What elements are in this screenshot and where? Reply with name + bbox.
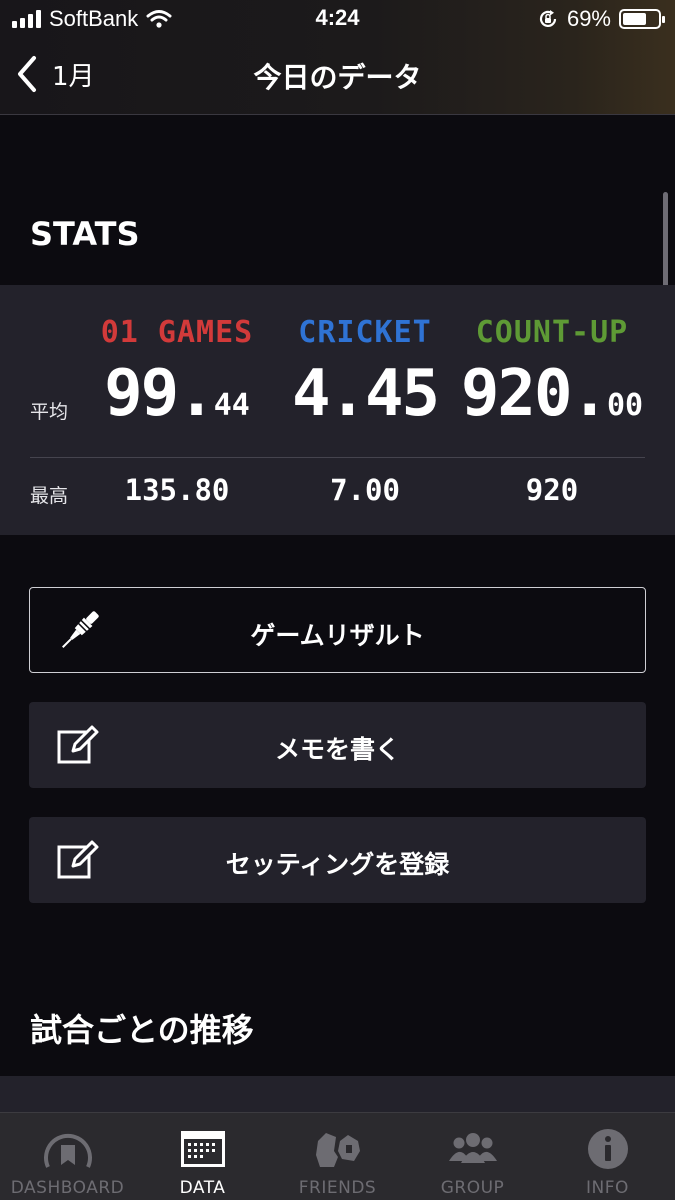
battery-percent: 69% xyxy=(566,6,611,31)
register-setting-label: セッティングを登録 xyxy=(225,850,450,879)
average-value-cricket: 4.45 xyxy=(270,357,460,431)
tab-label: FRIENDS xyxy=(298,1178,377,1198)
orientation-lock-icon xyxy=(539,10,557,28)
average-int: 4.45 xyxy=(291,357,440,431)
average-int: 99. xyxy=(104,357,216,431)
stats-column-header-01-games: 01 GAMES xyxy=(100,315,254,350)
max-row-label: 最高 xyxy=(30,485,69,507)
tab-group[interactable]: GROUP xyxy=(405,1113,540,1200)
tab-label: GROUP xyxy=(440,1178,505,1198)
register-setting-button[interactable]: セッティングを登録 xyxy=(29,817,646,903)
status-right: 69% xyxy=(537,6,665,32)
average-int: 920. xyxy=(460,357,609,431)
average-dec: 00 xyxy=(607,388,644,423)
tab-info[interactable]: INFO xyxy=(540,1113,675,1200)
info-icon xyxy=(587,1129,628,1169)
game-result-label: ゲームリザルト xyxy=(250,621,425,650)
page-title: 今日のデータ xyxy=(253,61,422,94)
tab-label: DATA xyxy=(179,1178,226,1198)
top-bar: SoftBank 4:24 69% 1月 今日のデータ xyxy=(0,0,675,115)
max-value-cricket: 7.00 xyxy=(330,473,400,507)
battery-fill xyxy=(623,13,647,25)
average-value-count-up: 920.00 xyxy=(457,357,647,431)
stats-column-header-cricket: CRICKET xyxy=(298,315,432,350)
tab-bar: DASHBOARD DATA FRIENDS GROUP INFO xyxy=(0,1112,675,1200)
nav-header: 1月 今日のデータ xyxy=(0,38,675,114)
dashboard-gauge-icon xyxy=(43,1133,92,1168)
stats-panel: 01 GAMES CRICKET COUNT-UP 平均 99.44 4.45 … xyxy=(0,285,675,535)
average-dec: 44 xyxy=(213,388,250,423)
trend-section-title: 試合ごとの推移 xyxy=(30,1011,254,1049)
tab-dashboard[interactable]: DASHBOARD xyxy=(0,1113,135,1200)
stats-divider xyxy=(30,457,645,458)
stats-column-header-count-up: COUNT-UP xyxy=(475,315,629,350)
battery-icon xyxy=(619,9,665,29)
max-value-count-up: 920 xyxy=(525,473,579,507)
tab-label: INFO xyxy=(586,1178,629,1198)
calendar-icon xyxy=(180,1131,225,1167)
game-result-button[interactable]: ゲームリザルト xyxy=(29,587,646,673)
tab-data[interactable]: DATA xyxy=(135,1113,270,1200)
trend-chart-panel xyxy=(0,1076,675,1116)
friends-icon xyxy=(315,1133,360,1167)
max-value-01-games: 135.80 xyxy=(124,473,230,507)
stats-section-title: STATS xyxy=(30,215,140,253)
write-memo-button[interactable]: メモを書く xyxy=(29,702,646,788)
tab-friends[interactable]: FRIENDS xyxy=(270,1113,405,1200)
status-bar: SoftBank 4:24 69% xyxy=(0,0,675,38)
average-value-01-games: 99.44 xyxy=(82,357,272,431)
group-icon xyxy=(448,1133,497,1163)
write-memo-label: メモを書く xyxy=(274,735,400,764)
tab-label: DASHBOARD xyxy=(10,1178,125,1198)
average-row-label: 平均 xyxy=(30,401,69,423)
